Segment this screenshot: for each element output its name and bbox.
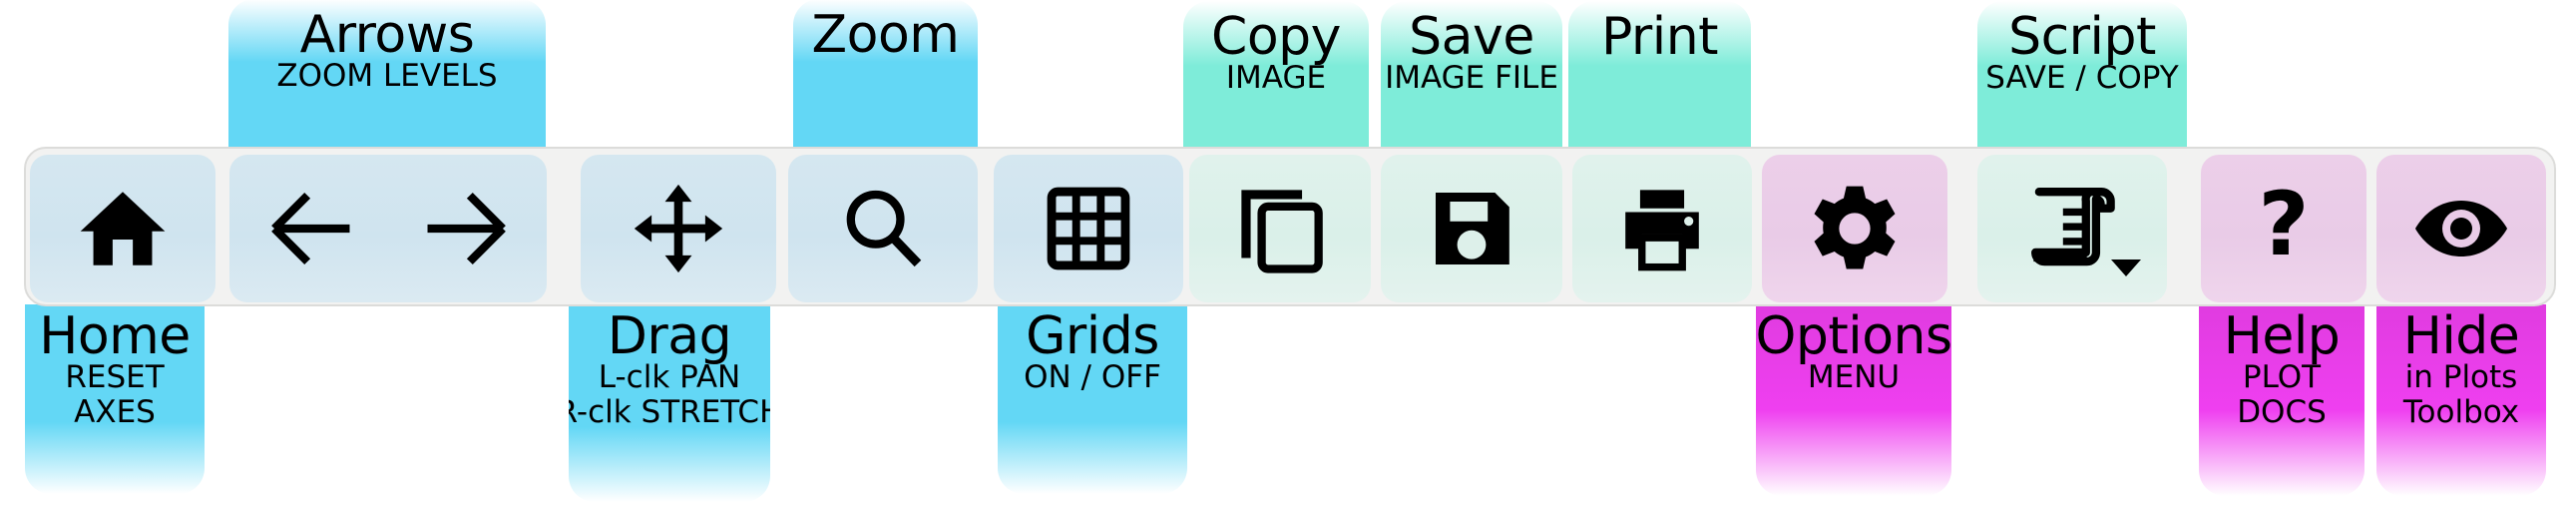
script-document-icon xyxy=(2026,183,2118,274)
callout-title: Home xyxy=(39,306,191,366)
callout-subtitle: MENU xyxy=(1807,359,1901,395)
callout-subtitle: ZOOM LEVELS xyxy=(276,58,498,94)
hide-button[interactable] xyxy=(2376,155,2546,302)
help-button[interactable]: ? xyxy=(2201,155,2366,302)
callout-subtitle: ON / OFF xyxy=(1024,359,1161,395)
callout-subtitle: IMAGE xyxy=(1225,60,1327,96)
callout-title: Options xyxy=(1756,306,1951,366)
script-button[interactable] xyxy=(1977,155,2167,302)
eye-icon xyxy=(2411,179,2511,278)
callout-home: Home RESET AXES xyxy=(25,304,205,494)
callout-copy: Copy IMAGE xyxy=(1183,1,1369,149)
callout-zoom: Zoom xyxy=(793,0,978,149)
callout-subtitle: R-clk STRETCH xyxy=(569,394,770,430)
gear-icon xyxy=(1809,183,1901,274)
printer-icon xyxy=(1616,183,1708,274)
callout-subtitle: RESET xyxy=(65,359,165,395)
callout-drag: DragL-clk PANR-clk STRETCH xyxy=(569,304,770,502)
callout-title: Drag xyxy=(607,306,732,366)
callout-title: Hide xyxy=(2402,306,2520,366)
grids-button[interactable] xyxy=(994,155,1183,302)
plot-navigation-toolbar: ? xyxy=(24,147,2556,306)
callout-help: Help PLOT DOCS xyxy=(2199,304,2364,496)
callout-title: Copy xyxy=(1211,7,1341,67)
callout-subtitle: DOCS xyxy=(2237,394,2327,430)
callout-print: Print xyxy=(1568,1,1751,149)
callout-title: Zoom xyxy=(811,5,960,65)
callout-hide: Hide in Plots Toolbox xyxy=(2376,304,2546,496)
print-button[interactable] xyxy=(1572,155,1752,302)
callout-subtitle: AXES xyxy=(74,394,156,430)
callout-title: Grids xyxy=(1026,306,1159,366)
question-mark-icon: ? xyxy=(2238,183,2330,274)
copy-button[interactable] xyxy=(1189,155,1371,302)
callout-subtitle: in Plots xyxy=(2404,359,2518,395)
move-arrows-icon xyxy=(631,181,726,276)
callout-options: Options MENU xyxy=(1756,304,1951,496)
arrows-button[interactable] xyxy=(229,155,547,302)
callout-subtitle: SAVE / COPY xyxy=(1985,60,2179,96)
callout-grids: Grids ON / OFF xyxy=(998,304,1187,494)
zoom-button[interactable] xyxy=(788,155,978,302)
callout-subtitle: Toolbox xyxy=(2402,394,2520,430)
arrow-right-icon[interactable] xyxy=(422,183,514,274)
callout-title: Arrows xyxy=(299,5,475,65)
options-button[interactable] xyxy=(1762,155,1947,302)
floppy-disk-icon xyxy=(1427,184,1516,273)
callout-subtitle: IMAGE FILE xyxy=(1385,60,1558,96)
callout-subtitle: L-clk PAN xyxy=(598,359,741,395)
callout-script: Script SAVE / COPY xyxy=(1977,1,2187,149)
callout-title: Print xyxy=(1600,7,1719,67)
magnifier-icon xyxy=(837,183,929,274)
arrow-left-icon[interactable] xyxy=(263,183,355,274)
callout-arrows: Arrows ZOOM LEVELS xyxy=(228,0,546,149)
callout-save: Save IMAGE FILE xyxy=(1381,1,1562,149)
svg-text:?: ? xyxy=(2258,183,2309,274)
callout-title: Help xyxy=(2223,306,2341,366)
drag-button[interactable] xyxy=(581,155,776,302)
grid-icon xyxy=(1045,185,1132,272)
callout-title: Script xyxy=(2008,7,2156,67)
callout-title: Save xyxy=(1409,7,1534,67)
home-button[interactable] xyxy=(30,155,215,302)
home-icon xyxy=(77,183,169,274)
callout-subtitle: PLOT xyxy=(2242,359,2322,395)
chevron-down-icon[interactable] xyxy=(2111,259,2141,276)
copy-pages-icon xyxy=(1234,183,1326,274)
save-button[interactable] xyxy=(1381,155,1562,302)
